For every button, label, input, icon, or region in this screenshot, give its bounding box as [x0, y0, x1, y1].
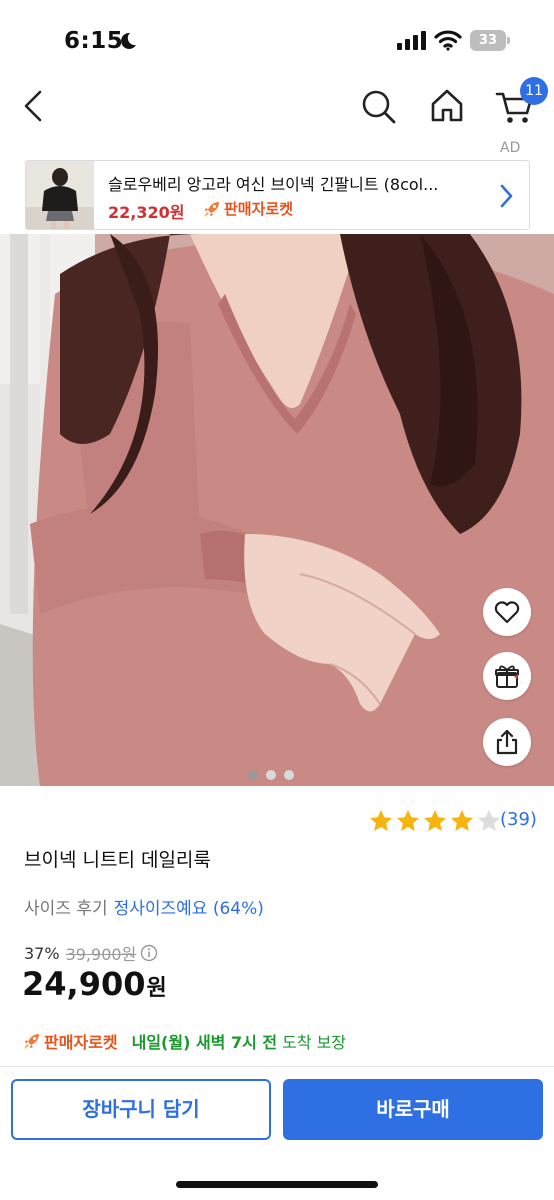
add-to-cart-button[interactable]: 장바구니 담기 [11, 1079, 271, 1140]
star-filled-icon [424, 810, 446, 831]
star-filled-icon [370, 810, 392, 831]
discount-rate: 37% [24, 943, 60, 963]
delivery-date: 내일(월) 새벽 7시 전 [131, 1033, 278, 1052]
wishlist-button[interactable] [483, 588, 531, 636]
ad-label: AD [500, 140, 521, 156]
wifi-icon [434, 30, 462, 51]
size-review-value: 정사이즈예요 (64%) [113, 899, 264, 919]
product-photo [0, 234, 554, 786]
home-icon[interactable] [428, 86, 466, 126]
rocket-delivery-label: 판매자로켓 [44, 1033, 118, 1052]
star-empty-icon [478, 810, 500, 831]
share-icon [496, 729, 518, 755]
ad-title: 슬로우베리 앙고라 여신 브이넥 긴팔니트 (8col... [108, 175, 439, 194]
ad-price: 22,320원 [108, 203, 185, 222]
rating-stars [368, 808, 502, 834]
info-icon[interactable] [140, 944, 158, 962]
star-filled-icon [397, 810, 419, 831]
battery-icon: 33 [470, 30, 510, 51]
battery-level: 33 [478, 33, 498, 48]
chevron-left-icon[interactable] [18, 86, 52, 126]
status-time: 6:15 [64, 28, 124, 54]
product-image[interactable] [0, 234, 554, 786]
cellular-signal-icon [397, 31, 426, 50]
sale-price-amount: 24,900 [22, 965, 146, 1003]
slide-dot[interactable] [266, 770, 276, 780]
product-page: 6:15 33 11 AD 슬로우베리 앙고라 여신 브이넥 긴팔니트 (8co… [0, 0, 554, 1200]
chevron-right-icon [500, 184, 513, 208]
rocket-icon [24, 1034, 39, 1049]
moon-icon [121, 32, 136, 49]
rocket-icon [204, 201, 219, 217]
home-indicator[interactable] [176, 1181, 378, 1188]
product-title: 브이넥 니트티 데일리룩 [24, 849, 211, 871]
ad-thumbnail [26, 161, 94, 229]
sale-price-currency: 원 [146, 976, 167, 1001]
cart-count-badge: 11 [520, 77, 548, 105]
search-icon[interactable] [360, 86, 398, 126]
heart-icon [494, 601, 520, 624]
delivery-guarantee: 도착 보장 [282, 1033, 347, 1052]
size-review-row[interactable]: 사이즈 후기 정사이즈예요 (64%) [24, 894, 264, 919]
gift-button[interactable] [483, 652, 531, 700]
buy-now-button[interactable]: 바로구매 [283, 1079, 543, 1140]
gift-icon [495, 665, 519, 688]
review-count-link[interactable]: (39) [500, 809, 537, 830]
delivery-info: 판매자로켓 내일(월) 새벽 7시 전 도착 보장 [22, 1029, 346, 1053]
slide-dot-active[interactable] [248, 770, 258, 780]
ad-banner[interactable]: 슬로우베리 앙고라 여신 브이넥 긴팔니트 (8col... 22,320원 판… [25, 160, 530, 230]
sale-price: 24,900원 [22, 965, 167, 1003]
share-button[interactable] [483, 718, 531, 766]
status-bar: 6:15 33 [0, 0, 554, 86]
size-review-label: 사이즈 후기 [24, 899, 108, 919]
ad-rocket-text: 판매자로켓 [224, 200, 294, 218]
ad-rocket-badge: 판매자로켓 [202, 198, 293, 219]
original-price: 39,900원 [65, 945, 137, 964]
slide-indicator [248, 770, 294, 780]
discount-row: 37% 39,900원 [24, 941, 158, 965]
star-filled-icon [451, 810, 473, 831]
slide-dot[interactable] [284, 770, 294, 780]
